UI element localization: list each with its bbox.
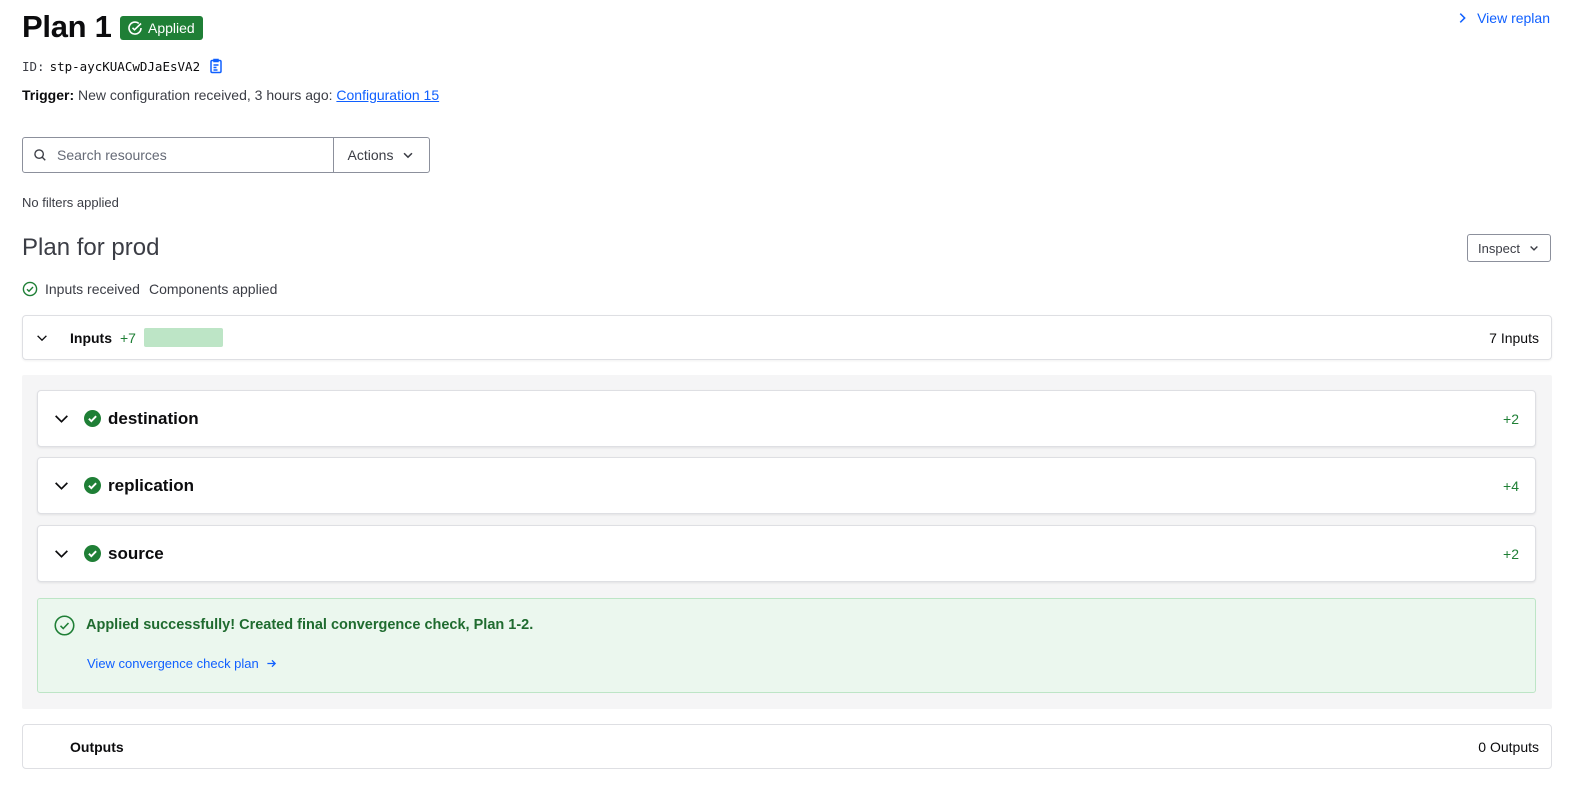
plan-id: ID: stp-aycKUACwDJaEsVA2 xyxy=(22,58,224,74)
outputs-row: Outputs 0 Outputs xyxy=(22,724,1552,769)
check-circle-outline-icon xyxy=(54,615,75,636)
view-convergence-check-label[interactable]: View convergence check plan xyxy=(87,656,259,671)
inspect-label[interactable]: Inspect xyxy=(1478,241,1520,256)
trigger-line: Trigger: New configuration received, 3 h… xyxy=(22,87,439,103)
check-circle-filled-icon xyxy=(84,410,101,427)
component-count: +4 xyxy=(1503,477,1519,494)
search-input[interactable] xyxy=(57,147,317,163)
actions-dropdown[interactable]: Actions xyxy=(333,137,430,173)
outputs-summary: 0 Outputs xyxy=(1478,738,1539,755)
search-icon xyxy=(34,149,46,161)
filters-status: No filters applied xyxy=(22,195,119,210)
status-badge-label: Applied xyxy=(148,20,195,36)
check-circle-filled-icon xyxy=(84,477,101,494)
check-circle-filled-icon xyxy=(84,545,101,562)
arrow-right-icon xyxy=(267,659,276,668)
plan-id-label: ID: xyxy=(22,58,45,74)
component-row[interactable]: destination +2 xyxy=(37,390,1536,447)
inputs-row[interactable]: Inputs +7 7 Inputs xyxy=(22,315,1552,360)
view-replan-label[interactable]: View replan xyxy=(1477,10,1550,26)
component-name: source xyxy=(108,543,164,563)
configuration-link[interactable]: Configuration 15 xyxy=(336,87,439,103)
success-alert: Applied successfully! Created final conv… xyxy=(37,598,1536,693)
clipboard-copy-icon[interactable] xyxy=(208,58,224,74)
component-count: +2 xyxy=(1503,410,1519,427)
inputs-received-text: Inputs received xyxy=(45,281,140,297)
view-replan-link[interactable]: View replan xyxy=(1455,10,1550,26)
trigger-label: Trigger: xyxy=(22,87,75,103)
chevron-right-icon xyxy=(1459,13,1466,23)
check-circle-icon xyxy=(128,21,142,35)
actions-label[interactable]: Actions xyxy=(348,147,394,163)
components-panel: destination +2 replication +4 source +2 … xyxy=(22,375,1552,709)
outputs-label: Outputs xyxy=(70,738,124,755)
component-row[interactable]: replication +4 xyxy=(37,457,1536,514)
page-title: Plan 1 xyxy=(22,9,112,44)
chevron-down-icon[interactable] xyxy=(53,545,70,562)
inputs-change-bar xyxy=(143,328,223,347)
chevron-down-icon xyxy=(1530,246,1538,251)
component-name: replication xyxy=(108,475,194,495)
inputs-summary: 7 Inputs xyxy=(1489,329,1539,346)
chevron-down-icon[interactable] xyxy=(53,477,70,494)
chevron-down-icon xyxy=(403,152,413,159)
inputs-count: +7 xyxy=(120,329,136,346)
trigger-text: New configuration received, 3 hours ago: xyxy=(78,87,333,103)
view-convergence-check-link[interactable]: View convergence check plan xyxy=(87,656,277,671)
plan-status-line: Inputs received Components applied xyxy=(22,281,277,297)
search-box[interactable] xyxy=(22,137,334,173)
component-name: destination xyxy=(108,408,199,428)
success-message: Applied successfully! Created final conv… xyxy=(86,617,534,633)
chevron-down-icon[interactable] xyxy=(35,331,49,345)
components-applied-text: Components applied xyxy=(148,281,278,297)
plan-heading: Plan for prod xyxy=(22,234,160,261)
status-badge: Applied xyxy=(120,16,203,40)
chevron-down-icon[interactable] xyxy=(53,410,70,427)
inputs-label: Inputs xyxy=(70,329,112,346)
plan-id-value: stp-aycKUACwDJaEsVA2 xyxy=(49,58,201,74)
check-circle-outline-icon xyxy=(22,281,38,297)
component-count: +2 xyxy=(1503,545,1519,562)
inspect-dropdown[interactable]: Inspect xyxy=(1467,234,1551,262)
component-row[interactable]: source +2 xyxy=(37,525,1536,582)
